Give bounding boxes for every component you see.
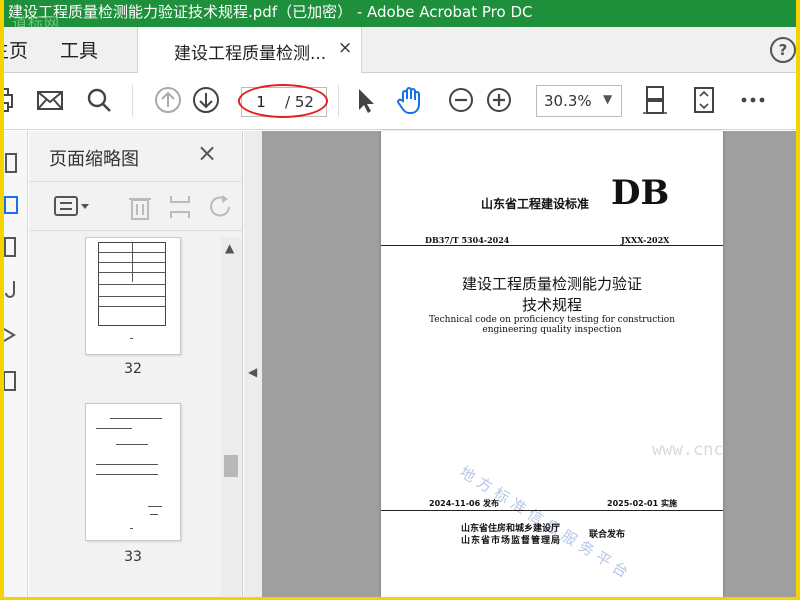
standard-issuer: 山东省工程建设标准 (481, 197, 590, 211)
chevron-down-icon: ▼ (603, 92, 613, 106)
zoom-out-icon[interactable] (444, 83, 478, 117)
title-bar: 建设工程质量检测能力验证技术规程.pdf（已加密） - Adobe Acroba… (4, 0, 796, 27)
layers-icon[interactable] (4, 235, 24, 259)
search-icon[interactable] (82, 83, 116, 117)
fit-page-icon[interactable] (687, 83, 721, 117)
tab-home[interactable]: 主页 (4, 36, 28, 63)
replaced-standard: JXXX-202X (621, 235, 670, 245)
close-tab-icon[interactable]: × (338, 38, 352, 58)
panel-collapse-handle[interactable]: ◀ (244, 131, 262, 597)
more-icon[interactable] (736, 83, 770, 117)
site-watermark: www.cnc (652, 440, 724, 460)
tab-tools[interactable]: 工具 (60, 36, 98, 63)
tab-row: 主页 工具 建设工程质量检测... × ? (4, 27, 796, 73)
zoom-select[interactable]: 30.3% ▼ (536, 85, 622, 117)
publish-date: 2024-11-06 发布 (429, 499, 499, 508)
bookmark-icon[interactable] (4, 151, 24, 175)
english-title: Technical code on proficiency testing fo… (428, 315, 675, 325)
standard-mark: DB (611, 173, 670, 213)
select-arrow-icon[interactable] (348, 83, 382, 117)
document-title: 建设工程质量检测能力验证 (461, 275, 642, 293)
document-page: 山东省工程建设标准 DB DB37/T 5304-2024 JXXX-202X … (381, 131, 723, 597)
print-icon[interactable] (4, 83, 20, 117)
extract-page-icon[interactable] (165, 192, 195, 222)
thumbnail-page-label: 33 (124, 549, 142, 565)
scrollbar-thumb[interactable] (224, 455, 238, 477)
rotate-page-icon[interactable] (205, 192, 235, 222)
window-title: 建设工程质量检测能力验证技术规程.pdf（已加密） - Adobe Acroba… (8, 3, 533, 21)
toolbar: / 52 30.3% ▼ (4, 73, 796, 130)
scroll-mode-icon[interactable] (638, 83, 672, 117)
prev-page-icon[interactable] (151, 83, 185, 117)
signature-icon[interactable] (4, 323, 24, 347)
delete-page-icon[interactable] (125, 192, 155, 222)
tab-document[interactable]: 建设工程质量检测... × (137, 27, 362, 73)
document-tab-label: 建设工程质量检测... (174, 44, 327, 64)
document-title-line2: 技术规程 (521, 296, 582, 314)
collapse-arrow-icon: ◀ (248, 365, 258, 379)
mail-icon[interactable] (33, 83, 67, 117)
highlight-oval (238, 84, 328, 118)
issuing-org-2: 山东省市场监督管理局 (461, 536, 562, 546)
zoom-in-icon[interactable] (482, 83, 516, 117)
standard-code: DB37/T 5304-2024 (425, 235, 510, 245)
zoom-value: 30.3% (544, 92, 592, 110)
panel-title: 页面缩略图 (49, 149, 139, 170)
scroll-up-icon[interactable]: ▲ (225, 241, 234, 255)
joint-release: 联合发布 (589, 530, 626, 540)
thumbnails-panel: 页面缩略图 × 32 33 ▲ (29, 131, 243, 597)
thumbnail-page-33[interactable] (85, 403, 181, 541)
thumbnail-page-label: 32 (124, 361, 142, 377)
close-panel-icon[interactable]: × (197, 139, 217, 167)
page-icon[interactable] (4, 369, 24, 393)
hand-icon[interactable] (394, 83, 428, 117)
thumbnails-icon[interactable] (4, 193, 24, 217)
left-rail (4, 131, 28, 597)
acrobat-window: 建设工程质量检测能力验证技术规程.pdf（已加密） - Adobe Acroba… (4, 0, 796, 597)
next-page-icon[interactable] (189, 83, 223, 117)
thumbnail-page-32[interactable] (85, 237, 181, 355)
options-menu-icon[interactable] (53, 192, 89, 222)
help-icon[interactable]: ? (770, 37, 796, 63)
english-title-line2: engineering quality inspection (482, 325, 622, 335)
thumbnail-scrollbar[interactable]: ▲ (221, 237, 241, 597)
effective-date: 2025-02-01 实施 (607, 499, 677, 508)
attachment-icon[interactable] (4, 277, 24, 301)
panel-toolbar (29, 181, 243, 231)
thumbnail-list: 32 33 (29, 237, 221, 597)
document-viewport[interactable]: 山东省工程建设标准 DB DB37/T 5304-2024 JXXX-202X … (262, 131, 796, 597)
